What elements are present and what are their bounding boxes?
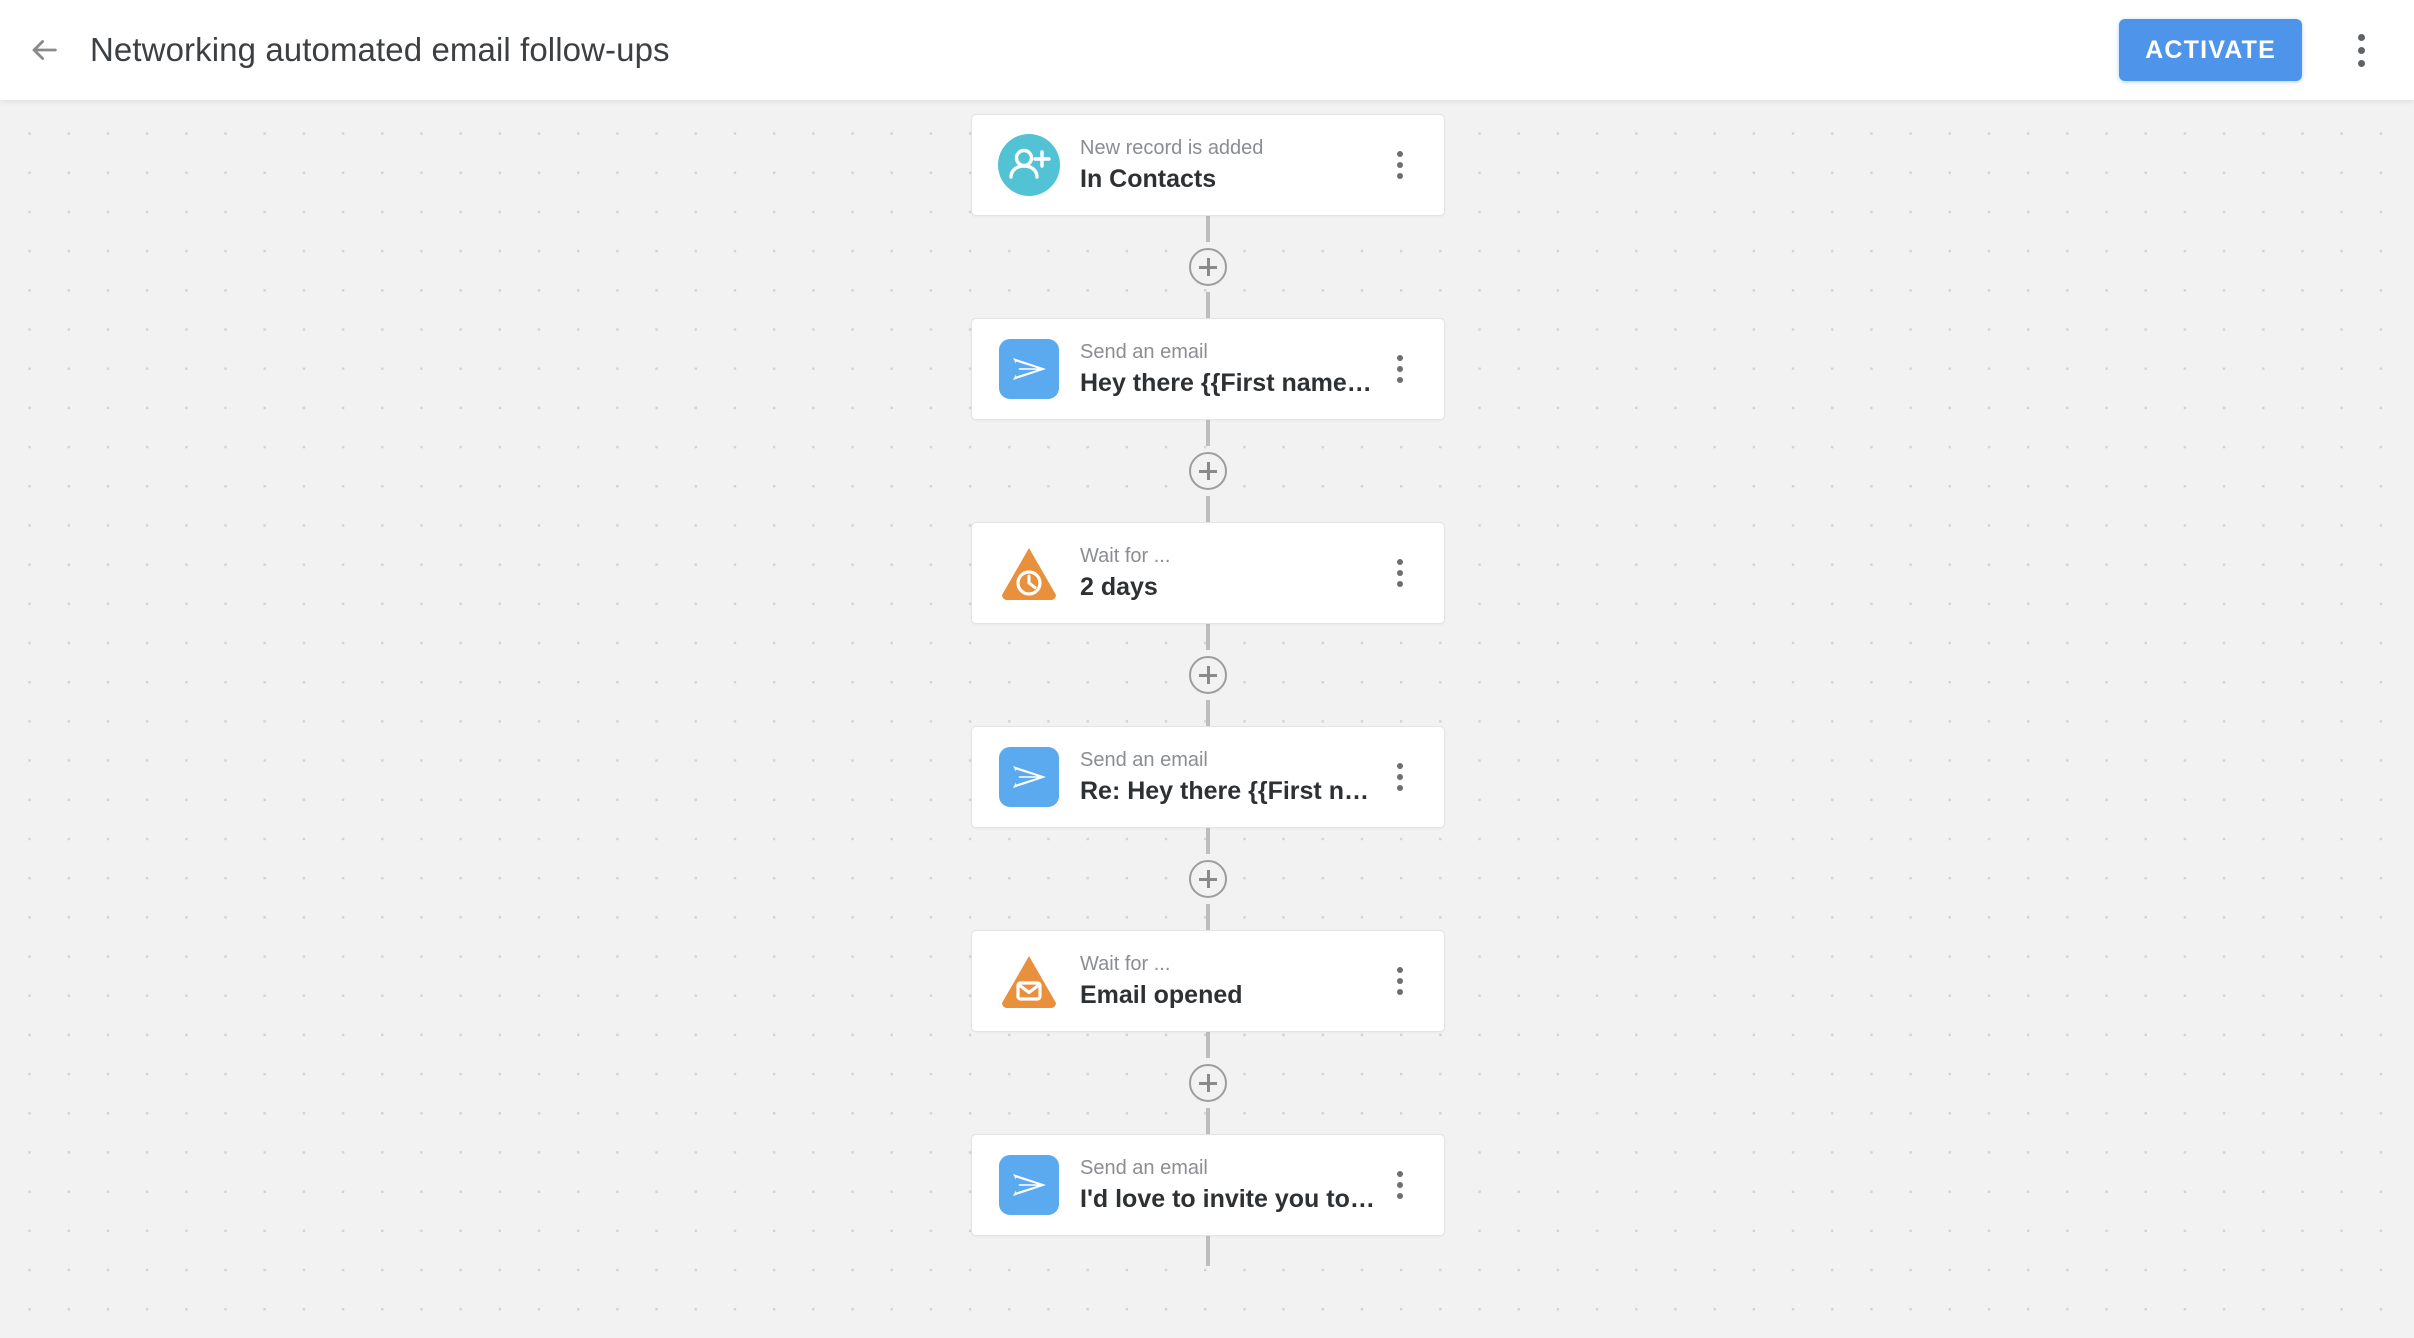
node-text: Send an email Hey there {{First name…: [1080, 340, 1380, 398]
header-overflow-menu-button[interactable]: [2330, 19, 2392, 81]
more-vertical-icon-dot: [1397, 581, 1403, 587]
connector-line: [1206, 828, 1210, 854]
node-text: Wait for ... 2 days: [1080, 544, 1380, 602]
more-vertical-icon-dot: [1397, 967, 1403, 973]
more-vertical-icon-dot: [2357, 33, 2365, 41]
node-title: Hey there {{First name…: [1080, 369, 1372, 397]
add-step-button[interactable]: [1189, 1064, 1227, 1102]
workflow-node-card[interactable]: Wait for ... Email opened: [971, 930, 1445, 1032]
more-vertical-icon-dot: [1397, 173, 1403, 179]
node-title: Re: Hey there {{First n…: [1080, 777, 1369, 805]
more-vertical-icon-dot: [1397, 978, 1403, 984]
back-button[interactable]: [16, 22, 72, 78]
connector-line: [1206, 1236, 1210, 1266]
clock-icon: [1001, 548, 1057, 600]
node-subtitle: New record is added: [1080, 137, 1264, 159]
node-overflow-menu-button[interactable]: [1380, 546, 1420, 600]
flow-connector: [971, 624, 1445, 726]
add-step-button[interactable]: [1189, 452, 1227, 490]
add-step-button[interactable]: [1189, 248, 1227, 286]
send-email-icon: [999, 1155, 1059, 1215]
more-vertical-icon-dot: [1397, 1171, 1403, 1177]
more-vertical-icon-dot: [2357, 59, 2365, 67]
more-vertical-icon-dot: [1397, 774, 1403, 780]
node-subtitle: Wait for ...: [1080, 545, 1171, 567]
send-email-icon: [999, 339, 1059, 399]
node-icon: [998, 542, 1060, 604]
workflow-node-card[interactable]: Send an email Re: Hey there {{First n…: [971, 726, 1445, 828]
more-vertical-icon-dot: [2357, 46, 2365, 54]
flow-connector-tail: [971, 1236, 1445, 1266]
connector-line: [1206, 624, 1210, 650]
more-vertical-icon-dot: [1397, 162, 1403, 168]
node-icon: [998, 338, 1060, 400]
workflow-node-card[interactable]: Send an email I'd love to invite you to…: [971, 1134, 1445, 1236]
node-title: In Contacts: [1080, 165, 1217, 193]
connector-line: [1206, 496, 1210, 522]
more-vertical-icon-dot: [1397, 763, 1403, 769]
connector-line: [1206, 904, 1210, 930]
activate-button[interactable]: ACTIVATE: [2119, 19, 2302, 81]
node-icon: [998, 746, 1060, 808]
connector-line: [1206, 216, 1210, 242]
more-vertical-icon-dot: [1397, 785, 1403, 791]
more-vertical-icon-dot: [1397, 151, 1403, 157]
flow-connector: [971, 216, 1445, 318]
node-text: New record is added In Contacts: [1080, 136, 1380, 194]
workflow-node-card[interactable]: Wait for ... 2 days: [971, 522, 1445, 624]
flow-connector: [971, 420, 1445, 522]
node-icon: [998, 950, 1060, 1012]
connector-line: [1206, 292, 1210, 318]
node-overflow-menu-button[interactable]: [1380, 1158, 1420, 1212]
workflow-canvas[interactable]: New record is added In Contacts Send an …: [0, 100, 2414, 1338]
send-email-icon: [999, 747, 1059, 807]
node-overflow-menu-button[interactable]: [1380, 342, 1420, 396]
connector-line: [1206, 700, 1210, 726]
node-subtitle: Send an email: [1080, 749, 1208, 771]
node-text: Wait for ... Email opened: [1080, 952, 1380, 1010]
workflow-node-card[interactable]: New record is added In Contacts: [971, 114, 1445, 216]
node-text: Send an email Re: Hey there {{First n…: [1080, 748, 1380, 806]
node-overflow-menu-button[interactable]: [1380, 750, 1420, 804]
node-overflow-menu-button[interactable]: [1380, 954, 1420, 1008]
node-text: Send an email I'd love to invite you to…: [1080, 1156, 1380, 1214]
more-vertical-icon-dot: [1397, 366, 1403, 372]
connector-line: [1206, 1032, 1210, 1058]
page-title: Networking automated email follow-ups: [90, 31, 670, 68]
arrow-left-icon: [27, 33, 61, 67]
node-title: Email opened: [1080, 981, 1243, 1009]
node-subtitle: Send an email: [1080, 1157, 1208, 1179]
node-title: 2 days: [1080, 573, 1158, 601]
more-vertical-icon-dot: [1397, 355, 1403, 361]
node-icon: [998, 1154, 1060, 1216]
flow-connector: [971, 828, 1445, 930]
more-vertical-icon-dot: [1397, 377, 1403, 383]
person-add-icon: [998, 134, 1060, 196]
connector-line: [1206, 1108, 1210, 1134]
app-header: Networking automated email follow-ups AC…: [0, 0, 2414, 100]
more-vertical-icon-dot: [1397, 559, 1403, 565]
workflow-flow-column: New record is added In Contacts Send an …: [971, 114, 1445, 1266]
add-step-button[interactable]: [1189, 860, 1227, 898]
flow-connector: [971, 1032, 1445, 1134]
add-step-button[interactable]: [1189, 656, 1227, 694]
connector-line: [1206, 420, 1210, 446]
more-vertical-icon-dot: [1397, 1193, 1403, 1199]
node-subtitle: Send an email: [1080, 341, 1208, 363]
more-vertical-icon-dot: [1397, 1182, 1403, 1188]
more-vertical-icon-dot: [1397, 570, 1403, 576]
envelope-icon: [1001, 956, 1057, 1008]
node-subtitle: Wait for ...: [1080, 953, 1171, 975]
node-overflow-menu-button[interactable]: [1380, 138, 1420, 192]
node-title: I'd love to invite you to…: [1080, 1185, 1375, 1213]
node-icon: [998, 134, 1060, 196]
more-vertical-icon-dot: [1397, 989, 1403, 995]
workflow-node-card[interactable]: Send an email Hey there {{First name…: [971, 318, 1445, 420]
